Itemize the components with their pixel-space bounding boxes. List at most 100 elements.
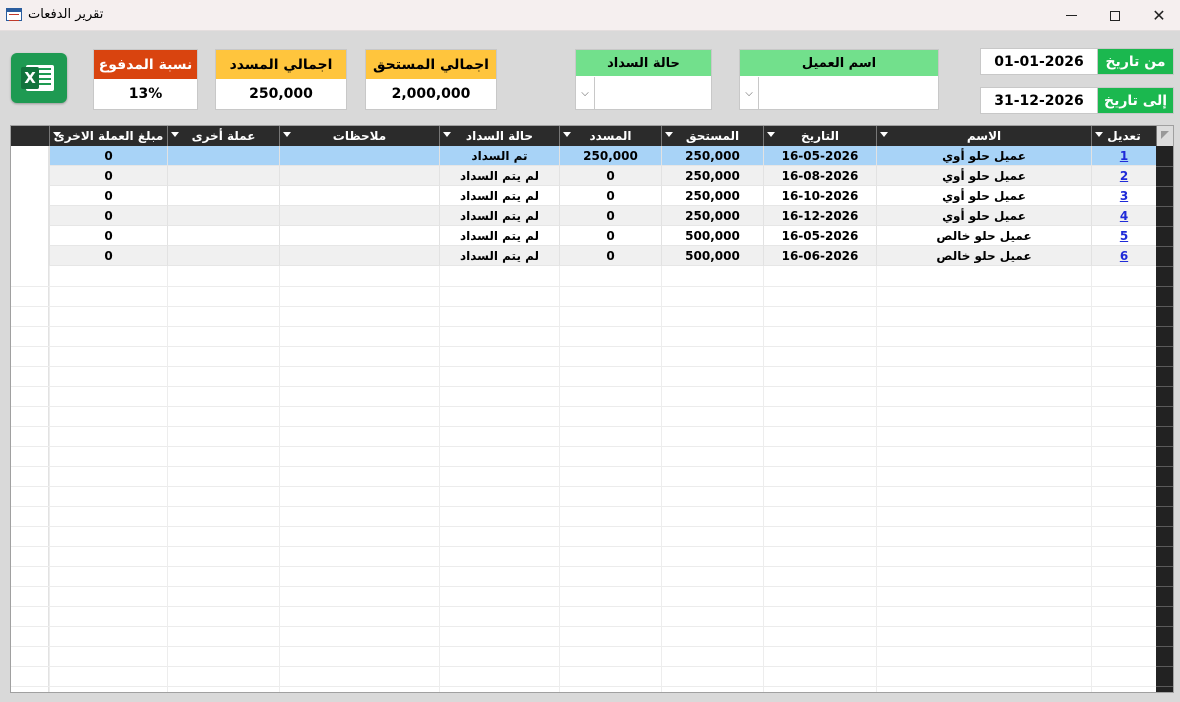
cell-paid: 0 xyxy=(559,166,661,186)
table-row[interactable]: 0 لم يتم السداد 0 500,000 16-05-2026 عميل حلو… xyxy=(49,226,1156,246)
grid-line xyxy=(11,366,1156,367)
record-selector-divider xyxy=(1156,426,1173,427)
filter-arrow-icon[interactable] xyxy=(880,132,888,137)
edit-link[interactable]: 6 xyxy=(1091,246,1156,266)
from-date-input[interactable]: 01-01-2026 xyxy=(980,48,1098,75)
table-row[interactable]: 0 لم يتم السداد 0 250,000 16-12-2026 عميل حلو… xyxy=(49,206,1156,226)
cell-paid: 0 xyxy=(559,206,661,226)
grid-line xyxy=(11,566,1156,567)
record-selector-divider xyxy=(1156,586,1173,587)
col-due[interactable]: المستحق xyxy=(661,126,763,146)
grid-line xyxy=(11,486,1156,487)
cell-date: 16-06-2026 xyxy=(763,246,876,266)
cell-due: 250,000 xyxy=(661,186,763,206)
maximize-icon xyxy=(1110,10,1120,21)
total-due-label: اجمالي المستحق xyxy=(366,50,496,79)
filter-arrow-icon[interactable] xyxy=(53,132,61,137)
col-status-label: حالة السداد xyxy=(465,129,534,143)
cell-paid: 250,000 xyxy=(559,146,661,166)
cell-other-amount: 0 xyxy=(49,186,167,206)
filter-arrow-icon[interactable] xyxy=(443,132,451,137)
col-other-amount[interactable]: مبلغ العملة الاخرى xyxy=(49,126,167,146)
edit-link[interactable]: 4 xyxy=(1091,206,1156,226)
table-row[interactable]: 0 لم يتم السداد 0 250,000 16-10-2026 عميل حلو… xyxy=(49,186,1156,206)
record-selector-divider xyxy=(1156,466,1173,467)
edit-link[interactable]: 2 xyxy=(1091,166,1156,186)
col-edit[interactable]: تعديل xyxy=(1091,126,1156,146)
cell-due: 250,000 xyxy=(661,166,763,186)
filter-arrow-icon[interactable] xyxy=(1095,132,1103,137)
cell-name: عميل حلو أوي xyxy=(876,166,1091,186)
edit-link[interactable]: 3 xyxy=(1091,186,1156,206)
col-paid[interactable]: المسدد xyxy=(559,126,661,146)
cell-name: عميل حلو خالص xyxy=(876,226,1091,246)
cell-due: 500,000 xyxy=(661,226,763,246)
filter-arrow-icon[interactable] xyxy=(665,132,673,137)
to-date-label: إلى تاريخ xyxy=(1097,87,1174,114)
record-selector-divider xyxy=(1156,346,1173,347)
total-due-value: 2,000,000 xyxy=(391,86,471,102)
grid-line xyxy=(11,406,1156,407)
cell-status: تم السداد xyxy=(439,146,559,166)
grid-line xyxy=(11,326,1156,327)
record-selector-divider xyxy=(1156,446,1173,447)
record-selector-divider xyxy=(1156,226,1173,227)
cell-status: لم يتم السداد xyxy=(439,206,559,226)
filter-arrow-icon[interactable] xyxy=(563,132,571,137)
table-row[interactable]: 0 تم السداد 250,000 250,000 16-05-2026 عميل ح… xyxy=(49,146,1156,166)
grid-line xyxy=(11,286,1156,287)
col-status[interactable]: حالة السداد xyxy=(439,126,559,146)
grid-line xyxy=(11,606,1156,607)
cell-notes xyxy=(279,246,439,266)
chevron-down-icon[interactable]: ⌵ xyxy=(740,77,759,109)
grid-line xyxy=(11,666,1156,667)
edit-link[interactable]: 5 xyxy=(1091,226,1156,246)
cell-date: 16-08-2026 xyxy=(763,166,876,186)
total-due-stat: اجمالي المستحق 2,000,000 xyxy=(365,49,497,110)
cell-other-amount: 0 xyxy=(49,166,167,186)
record-selector-divider xyxy=(1156,246,1173,247)
export-excel-button[interactable]: X xyxy=(11,53,67,103)
table-header: مبلغ العملة الاخرى عملة أخرى ملاحظات حال… xyxy=(11,126,1173,146)
customer-name-combo[interactable]: ⌵ xyxy=(740,77,938,109)
grid-line xyxy=(11,586,1156,587)
record-selector-divider xyxy=(1156,606,1173,607)
record-selector-divider xyxy=(1156,486,1173,487)
close-button[interactable]: ✕ xyxy=(1136,0,1180,31)
minimize-button[interactable] xyxy=(1048,0,1094,31)
col-notes-label: ملاحظات xyxy=(332,129,387,143)
customer-name-filter: اسم العميل ⌵ xyxy=(739,49,939,110)
col-name[interactable]: الاسم xyxy=(876,126,1091,146)
record-selector-divider xyxy=(1156,566,1173,567)
cell-notes xyxy=(279,186,439,206)
select-all-corner[interactable] xyxy=(1156,126,1173,146)
col-other-currency[interactable]: عملة أخرى xyxy=(167,126,279,146)
cell-notes xyxy=(279,146,439,166)
chevron-down-icon[interactable]: ⌵ xyxy=(576,77,595,109)
col-notes[interactable]: ملاحظات xyxy=(279,126,439,146)
record-selector-divider xyxy=(1156,186,1173,187)
maximize-button[interactable] xyxy=(1092,0,1138,31)
col-date[interactable]: التاريخ xyxy=(763,126,876,146)
edit-link[interactable]: 1 xyxy=(1091,146,1156,166)
cell-other-amount: 0 xyxy=(49,206,167,226)
payment-status-combo[interactable]: ⌵ xyxy=(576,77,711,109)
to-date-input[interactable]: 31-12-2026 xyxy=(980,87,1098,114)
grid-line xyxy=(11,506,1156,507)
filter-arrow-icon[interactable] xyxy=(171,132,179,137)
cell-name: عميل حلو أوي xyxy=(876,186,1091,206)
cell-paid: 0 xyxy=(559,186,661,206)
record-selector-divider xyxy=(1156,686,1173,687)
record-selector-column[interactable] xyxy=(1156,146,1173,692)
cell-status: لم يتم السداد xyxy=(439,226,559,246)
grid-line xyxy=(11,306,1156,307)
form-icon xyxy=(6,8,22,21)
table-row[interactable]: 0 لم يتم السداد 0 500,000 16-06-2026 عميل حلو… xyxy=(49,246,1156,266)
filter-arrow-icon[interactable] xyxy=(767,132,775,137)
window-title: تقرير الدفعات xyxy=(28,7,104,22)
record-selector-divider xyxy=(1156,406,1173,407)
filter-arrow-icon[interactable] xyxy=(283,132,291,137)
excel-x-icon: X xyxy=(21,67,39,89)
table-row[interactable]: 0 لم يتم السداد 0 250,000 16-08-2026 عميل حلو… xyxy=(49,166,1156,186)
cell-paid: 0 xyxy=(559,246,661,266)
